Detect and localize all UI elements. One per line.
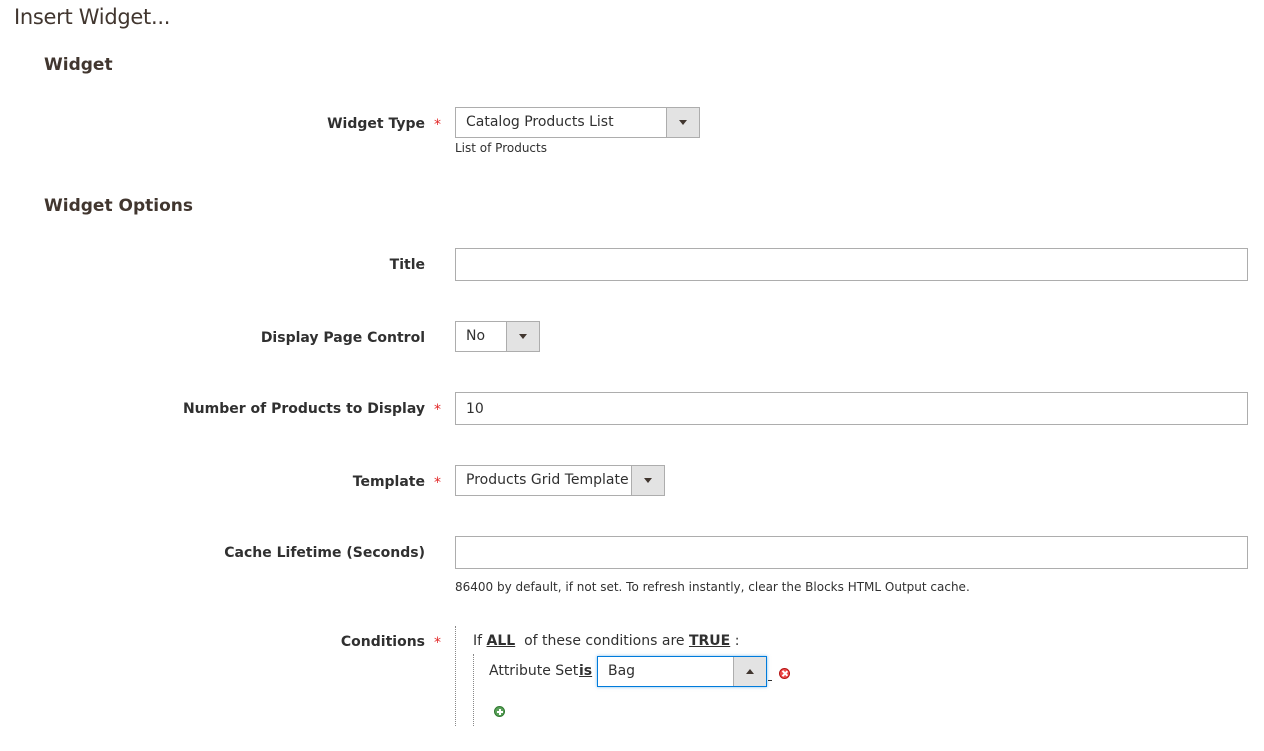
condition-separator (768, 668, 772, 681)
widget-type-required-star: * (434, 117, 441, 133)
widget-type-note: List of Products (455, 141, 547, 155)
chevron-down-icon[interactable] (666, 108, 699, 137)
conditions-label: Conditions (340, 634, 425, 650)
template-label: Template (352, 474, 425, 490)
conditions-rule-branch (473, 654, 474, 726)
condition-operator-link[interactable]: is (579, 663, 592, 679)
condition-attribute-label: Attribute Set (489, 663, 579, 679)
condition-value-select-value: Bag (608, 663, 636, 679)
add-condition-icon[interactable] (494, 706, 505, 717)
conditions-middle-text: of these conditions are (524, 633, 685, 649)
page-title: Insert Widget... (14, 5, 171, 29)
display-page-control-select[interactable]: No (455, 321, 540, 352)
widget-type-select[interactable]: Catalog Products List (455, 107, 700, 138)
chevron-down-icon[interactable] (631, 466, 664, 495)
remove-condition-icon[interactable] (779, 668, 790, 679)
conditions-header: If ALL of these conditions are TRUE : (473, 633, 739, 649)
widget-type-label: Widget Type (327, 116, 425, 132)
conditions-aggregator-link[interactable]: ALL (487, 633, 516, 649)
conditions-suffix: : (734, 633, 740, 649)
chevron-down-icon[interactable] (506, 322, 539, 351)
products-count-required-star: * (434, 402, 441, 418)
chevron-up-icon[interactable] (733, 657, 766, 686)
cache-lifetime-note: 86400 by default, if not set. To refresh… (455, 580, 970, 594)
template-select[interactable]: Products Grid Template (455, 465, 665, 496)
display-page-control-select-value: No (466, 328, 486, 344)
title-input[interactable] (455, 248, 1248, 281)
section-title-widget: Widget (44, 55, 113, 75)
cache-lifetime-label: Cache Lifetime (Seconds) (224, 545, 425, 561)
display-page-control-label: Display Page Control (260, 330, 425, 346)
template-required-star: * (434, 475, 441, 491)
condition-value-select[interactable]: Bag (597, 656, 767, 687)
products-count-label: Number of Products to Display (182, 401, 425, 417)
products-count-input[interactable] (455, 392, 1248, 425)
template-select-value: Products Grid Template (466, 472, 629, 488)
conditions-value-link[interactable]: TRUE (689, 633, 730, 649)
cache-lifetime-input[interactable] (455, 536, 1248, 569)
conditions-tree: If ALL of these conditions are TRUE : At… (455, 626, 976, 726)
title-label: Title (389, 257, 425, 273)
conditions-prefix: If (473, 633, 483, 649)
section-title-widget-options: Widget Options (44, 196, 193, 216)
widget-type-select-value: Catalog Products List (466, 114, 614, 130)
conditions-required-star: * (434, 635, 441, 651)
